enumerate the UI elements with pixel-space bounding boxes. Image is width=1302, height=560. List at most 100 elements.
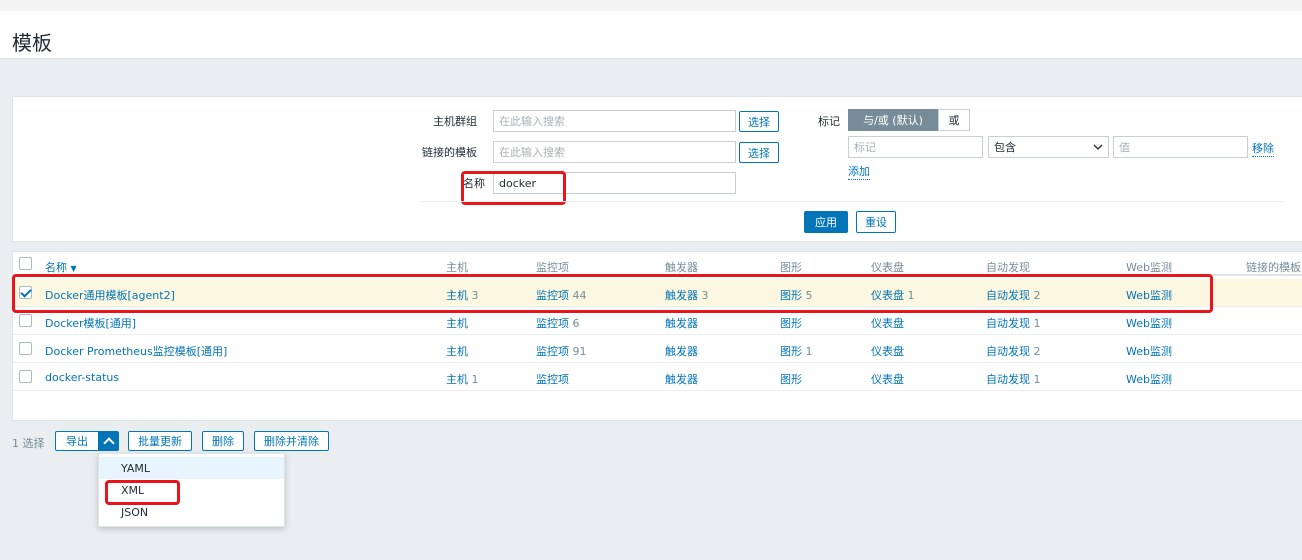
- graphs-link[interactable]: 图形: [780, 373, 802, 386]
- dashboards-link[interactable]: 仪表盘: [871, 317, 904, 330]
- discovery-link[interactable]: 自动发现: [986, 289, 1030, 302]
- delete-and-clear-button[interactable]: 删除并清除: [254, 431, 329, 451]
- row-checkbox[interactable]: [19, 342, 32, 355]
- discovery-count: 2: [1033, 289, 1041, 302]
- template-name-link[interactable]: docker-status: [45, 371, 119, 384]
- reset-button[interactable]: 重设: [856, 211, 896, 233]
- hosts-link[interactable]: 主机: [446, 289, 468, 302]
- column-web: Web监测: [1126, 261, 1172, 274]
- dashboards-count: 1: [907, 289, 915, 302]
- column-triggers: 触发器: [665, 261, 698, 274]
- name-label: 名称: [463, 177, 485, 190]
- apply-button[interactable]: 应用: [804, 211, 848, 233]
- items-link[interactable]: 监控项: [536, 317, 569, 330]
- discovery-link[interactable]: 自动发现: [986, 373, 1030, 386]
- hosts-count: 1: [471, 373, 479, 386]
- triggers-link[interactable]: 触发器: [665, 373, 698, 386]
- page-title: 模板: [12, 31, 52, 55]
- triggers-link[interactable]: 触发器: [665, 317, 698, 330]
- graphs-link[interactable]: 图形: [780, 345, 802, 358]
- column-linked-templates: 链接的模板: [1246, 261, 1301, 274]
- tag-operator-select[interactable]: 包含: [988, 136, 1109, 158]
- top-strip: [0, 0, 1302, 11]
- items-count: 6: [572, 317, 580, 330]
- tags-label: 标记: [818, 115, 840, 128]
- export-yaml-option[interactable]: YAML: [99, 457, 284, 479]
- export-button[interactable]: 导出: [55, 431, 99, 451]
- template-name-link[interactable]: Docker模板[通用]: [45, 317, 136, 330]
- dashboards-link[interactable]: 仪表盘: [871, 345, 904, 358]
- web-link[interactable]: Web监测: [1126, 317, 1172, 330]
- host-groups-select-button[interactable]: 选择: [739, 111, 779, 132]
- export-xml-option[interactable]: XML: [99, 479, 284, 501]
- items-link[interactable]: 监控项: [536, 373, 569, 386]
- linked-templates-label: 链接的模板: [422, 146, 477, 159]
- table-row[interactable]: Docker Prometheus监控模板[通用] 主机 监控项 91 触发器 …: [13, 335, 1302, 363]
- row-checkbox[interactable]: [19, 370, 32, 383]
- column-graphs: 图形: [780, 261, 802, 274]
- table-row[interactable]: Docker通用模板[agent2] 主机 3 监控项 44 触发器 3 图形 …: [13, 279, 1302, 307]
- chevron-down-icon: [1093, 144, 1103, 150]
- table-row[interactable]: docker-status 主机 1 监控项 触发器 图形 仪表盘 自动发现 1…: [13, 363, 1302, 391]
- items-count: 91: [572, 345, 587, 358]
- triggers-count: 3: [701, 289, 709, 302]
- web-link[interactable]: Web监测: [1126, 373, 1172, 386]
- linked-templates-select-button[interactable]: 选择: [739, 142, 779, 163]
- discovery-link[interactable]: 自动发现: [986, 345, 1030, 358]
- export-menu-toggle[interactable]: [98, 431, 119, 451]
- linked-templates-input[interactable]: [493, 141, 736, 163]
- graphs-link[interactable]: 图形: [780, 317, 802, 330]
- dashboards-link[interactable]: 仪表盘: [871, 373, 904, 386]
- template-name-link[interactable]: Docker通用模板[agent2]: [45, 289, 175, 302]
- table-row[interactable]: Docker模板[通用] 主机 监控项 6 触发器 图形 仪表盘 自动发现 1 …: [13, 307, 1302, 335]
- tag-add-link[interactable]: 添加: [848, 163, 870, 180]
- delete-button[interactable]: 删除: [202, 431, 244, 451]
- selected-count: 1 选择: [12, 437, 45, 450]
- templates-table: 名称 ▼ 主机 监控项 触发器 图形 仪表盘 自动发现 Web监测 链接的模板 …: [12, 251, 1302, 421]
- column-name[interactable]: 名称 ▼: [45, 259, 77, 275]
- table-header: 名称 ▼ 主机 监控项 触发器 图形 仪表盘 自动发现 Web监测 链接的模板: [13, 252, 1302, 276]
- row-checkbox[interactable]: [19, 314, 32, 327]
- discovery-count: 1: [1033, 317, 1041, 330]
- graphs-link[interactable]: 图形: [780, 289, 802, 302]
- web-link[interactable]: Web监测: [1126, 345, 1172, 358]
- items-count: 44: [572, 289, 587, 302]
- select-all-checkbox[interactable]: [19, 257, 32, 270]
- template-name-link[interactable]: Docker Prometheus监控模板[通用]: [45, 345, 227, 358]
- column-hosts: 主机: [446, 261, 468, 274]
- host-groups-label: 主机群组: [433, 115, 477, 128]
- column-items: 监控项: [536, 261, 569, 274]
- name-input[interactable]: [493, 172, 736, 194]
- tag-value-input[interactable]: [1113, 136, 1248, 158]
- hosts-link[interactable]: 主机: [446, 317, 468, 330]
- filter-panel: 主机群组 选择 链接的模板 选择 名称 标记 与/或 (默认) 或 包含 移除 …: [12, 96, 1302, 242]
- hosts-link[interactable]: 主机: [446, 345, 468, 358]
- graphs-count: 5: [805, 289, 813, 302]
- discovery-count: 2: [1033, 345, 1041, 358]
- graphs-count: 1: [805, 345, 813, 358]
- mass-update-button[interactable]: 批量更新: [128, 431, 192, 451]
- web-link[interactable]: Web监测: [1126, 289, 1172, 302]
- column-dashboards: 仪表盘: [871, 261, 904, 274]
- tag-name-input[interactable]: [848, 136, 983, 158]
- hosts-link[interactable]: 主机: [446, 373, 468, 386]
- triggers-link[interactable]: 触发器: [665, 345, 698, 358]
- discovery-count: 1: [1033, 373, 1041, 386]
- items-link[interactable]: 监控项: [536, 345, 569, 358]
- host-groups-input[interactable]: [493, 110, 736, 132]
- discovery-link[interactable]: 自动发现: [986, 317, 1030, 330]
- items-link[interactable]: 监控项: [536, 289, 569, 302]
- tag-remove-link[interactable]: 移除: [1252, 140, 1274, 157]
- export-dropdown-menu: YAML XML JSON: [98, 453, 285, 527]
- triggers-link[interactable]: 触发器: [665, 289, 698, 302]
- export-json-option[interactable]: JSON: [99, 501, 284, 523]
- tag-operator-value: 包含: [994, 141, 1016, 154]
- filter-separator: [421, 201, 1283, 202]
- column-discovery: 自动发现: [986, 261, 1030, 274]
- dashboards-link[interactable]: 仪表盘: [871, 289, 904, 302]
- hosts-count: 3: [471, 289, 479, 302]
- row-checkbox[interactable]: [19, 286, 32, 299]
- page-header: 模板: [0, 11, 1302, 59]
- tags-mode-and-or[interactable]: 与/或 (默认): [848, 109, 938, 131]
- tags-mode-or[interactable]: 或: [938, 109, 970, 131]
